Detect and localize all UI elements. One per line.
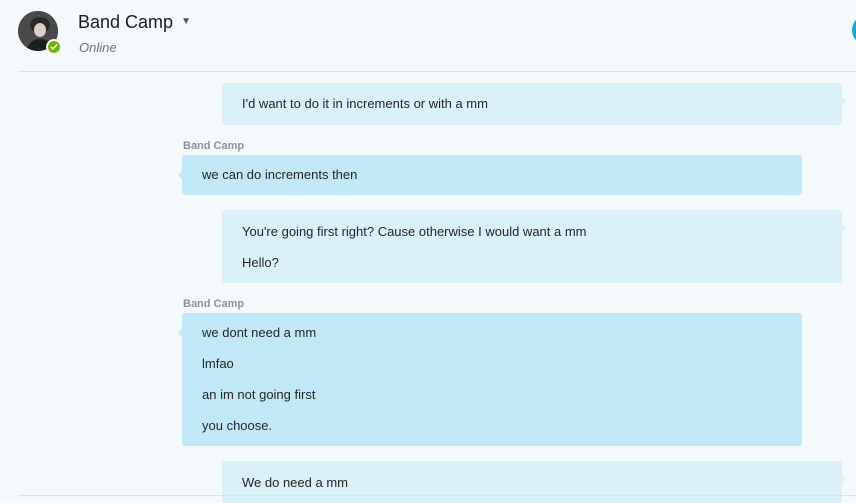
message-bubble-incoming[interactable]: we dont need a mm lmfao an im not going … (178, 313, 802, 446)
message-text: an im not going first (202, 387, 316, 402)
message-text: you choose. (202, 418, 273, 433)
message-bubble-outgoing[interactable]: We do need a mm (222, 461, 846, 503)
message-text: We do need a mm (242, 475, 348, 490)
chat-title: Band Camp (78, 12, 174, 32)
chat-status: Online (79, 40, 117, 55)
header-divider (18, 71, 856, 72)
message-text: lmfao (202, 356, 234, 371)
message-bubble-outgoing[interactable]: I'd want to do it in increments or with … (222, 83, 846, 125)
message-text: Hello? (242, 255, 279, 270)
composer-divider (18, 495, 856, 496)
message-sender: Band Camp (183, 298, 245, 310)
message-bubble-outgoing[interactable]: You're going first right? Cause otherwis… (222, 210, 846, 283)
message-text: You're going first right? Cause otherwis… (242, 224, 587, 239)
chevron-down-icon: ▼ (181, 16, 191, 27)
message-text: I'd want to do it in increments or with … (242, 96, 488, 111)
message-text: we dont need a mm (202, 325, 317, 340)
call-button[interactable] (852, 15, 856, 45)
online-status-icon (46, 39, 62, 55)
chat-title-button[interactable]: Band Camp ▼ (78, 12, 191, 33)
message-text: we can do increments then (202, 167, 358, 182)
message-bubble-incoming[interactable]: we can do increments then (178, 155, 802, 195)
message-sender: Band Camp (183, 140, 245, 152)
chat-header: Band Camp ▼ Online (0, 0, 856, 72)
